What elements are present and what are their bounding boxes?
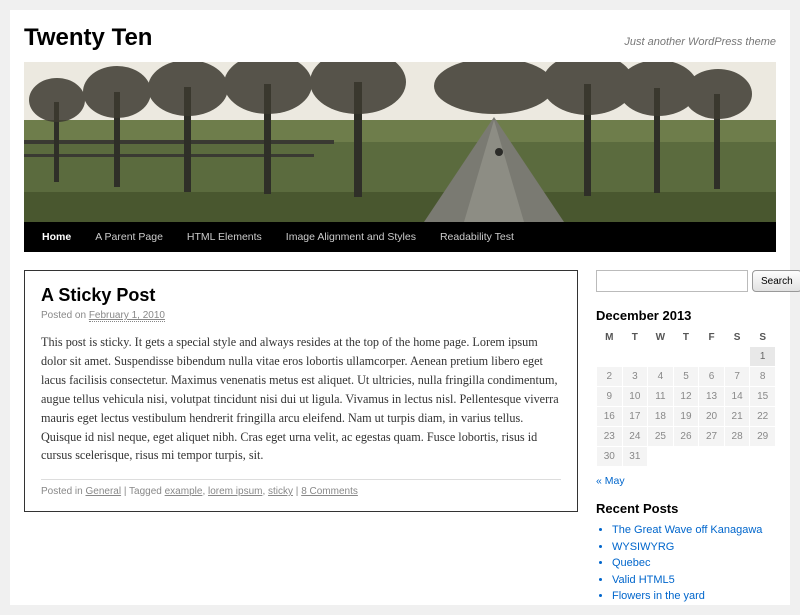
content-wrap: A Sticky Post Posted on February 1, 2010… [24, 270, 776, 605]
calendar-day [724, 447, 750, 467]
calendar-day[interactable]: 25 [648, 427, 674, 447]
sticky-post: A Sticky Post Posted on February 1, 2010… [24, 270, 578, 512]
main-nav: HomeA Parent PageHTML ElementsImage Alig… [24, 222, 776, 252]
calendar-dow: T [673, 329, 699, 347]
calendar-day [597, 347, 623, 367]
calendar-day[interactable]: 28 [724, 427, 750, 447]
calendar-day [699, 447, 725, 467]
calendar-dow: M [597, 329, 623, 347]
calendar-day[interactable]: 20 [699, 407, 725, 427]
header: Twenty Ten Just another WordPress theme [24, 24, 776, 52]
calendar-day[interactable]: 23 [597, 427, 623, 447]
nav-item-home[interactable]: Home [30, 222, 83, 252]
main-column: A Sticky Post Posted on February 1, 2010… [24, 270, 578, 605]
post-footer: Posted in General | Tagged example, lore… [41, 479, 561, 497]
calendar-day[interactable]: 8 [750, 367, 776, 387]
site-tagline: Just another WordPress theme [624, 36, 776, 48]
recent-posts-title: Recent Posts [596, 501, 776, 516]
calendar-day[interactable]: 24 [622, 427, 648, 447]
calendar-day[interactable]: 11 [648, 387, 674, 407]
calendar-prev-link[interactable]: « May [596, 475, 625, 487]
footer-sep2: | [293, 486, 301, 497]
calendar-day [750, 447, 776, 467]
search-button[interactable]: Search [752, 270, 800, 292]
nav-item-image-alignment-and-styles[interactable]: Image Alignment and Styles [274, 222, 428, 252]
calendar-dow: F [699, 329, 725, 347]
post-body: This post is sticky. It gets a special s… [41, 333, 561, 465]
calendar-day [699, 347, 725, 367]
calendar-day [648, 447, 674, 467]
calendar-day[interactable]: 22 [750, 407, 776, 427]
site-title[interactable]: Twenty Ten [24, 24, 152, 52]
calendar-dow: S [750, 329, 776, 347]
calendar-day[interactable]: 2 [597, 367, 623, 387]
footer-sep1: | Tagged [121, 486, 165, 497]
post-title[interactable]: A Sticky Post [41, 285, 561, 306]
calendar-day[interactable]: 29 [750, 427, 776, 447]
calendar-day[interactable]: 14 [724, 387, 750, 407]
recent-posts-list: The Great Wave off KanagawaWYSIWYRGQuebe… [596, 522, 776, 605]
recent-post-link[interactable]: Quebec [612, 555, 776, 572]
calendar-day[interactable]: 10 [622, 387, 648, 407]
calendar-day[interactable]: 4 [648, 367, 674, 387]
calendar-day[interactable]: 19 [673, 407, 699, 427]
calendar-day[interactable]: 5 [673, 367, 699, 387]
calendar-day[interactable]: 1 [750, 347, 776, 367]
page-container: Twenty Ten Just another WordPress theme [10, 10, 790, 605]
calendar-day[interactable]: 30 [597, 447, 623, 467]
nav-item-html-elements[interactable]: HTML Elements [175, 222, 274, 252]
calendar-dow: T [622, 329, 648, 347]
recent-post-link[interactable]: The Great Wave off Kanagawa [612, 522, 776, 539]
calendar-day[interactable]: 17 [622, 407, 648, 427]
calendar-day [673, 447, 699, 467]
calendar-day[interactable]: 9 [597, 387, 623, 407]
calendar-day [724, 347, 750, 367]
calendar-title: December 2013 [596, 308, 776, 323]
post-tag-link[interactable]: lorem ipsum [208, 486, 262, 497]
post-date-link[interactable]: February 1, 2010 [89, 310, 165, 322]
recent-post-link[interactable]: WYSIWYRG [612, 539, 776, 556]
post-meta: Posted on February 1, 2010 [41, 310, 561, 321]
calendar-day[interactable]: 31 [622, 447, 648, 467]
calendar-day[interactable]: 13 [699, 387, 725, 407]
calendar-dow: W [648, 329, 674, 347]
calendar-day[interactable]: 27 [699, 427, 725, 447]
post-tag-link[interactable]: example [165, 486, 203, 497]
calendar-day[interactable]: 16 [597, 407, 623, 427]
post-meta-prefix: Posted on [41, 310, 89, 321]
calendar-day [673, 347, 699, 367]
post-comments-link[interactable]: 8 Comments [301, 486, 358, 497]
calendar-day[interactable]: 12 [673, 387, 699, 407]
calendar-day[interactable]: 3 [622, 367, 648, 387]
recent-post-link[interactable]: Flowers in the yard [612, 588, 776, 605]
nav-item-a-parent-page[interactable]: A Parent Page [83, 222, 175, 252]
calendar-day[interactable]: 15 [750, 387, 776, 407]
calendar-day [622, 347, 648, 367]
calendar-day[interactable]: 21 [724, 407, 750, 427]
nav-item-readability-test[interactable]: Readability Test [428, 222, 526, 252]
search-input[interactable] [596, 270, 748, 292]
calendar-day[interactable]: 18 [648, 407, 674, 427]
calendar-day [648, 347, 674, 367]
calendar: MTWTFSS 12345678910111213141516171819202… [596, 329, 776, 467]
post-tag-link[interactable]: sticky [268, 486, 293, 497]
sidebar: Search December 2013 MTWTFSS 12345678910… [596, 270, 776, 605]
post-category-link[interactable]: General [85, 486, 121, 497]
calendar-day[interactable]: 6 [699, 367, 725, 387]
calendar-day[interactable]: 26 [673, 427, 699, 447]
calendar-dow: S [724, 329, 750, 347]
footer-posted-in: Posted in [41, 486, 85, 497]
calendar-day[interactable]: 7 [724, 367, 750, 387]
recent-post-link[interactable]: Valid HTML5 [612, 572, 776, 589]
header-banner-image [24, 62, 776, 222]
search-widget: Search [596, 270, 776, 292]
